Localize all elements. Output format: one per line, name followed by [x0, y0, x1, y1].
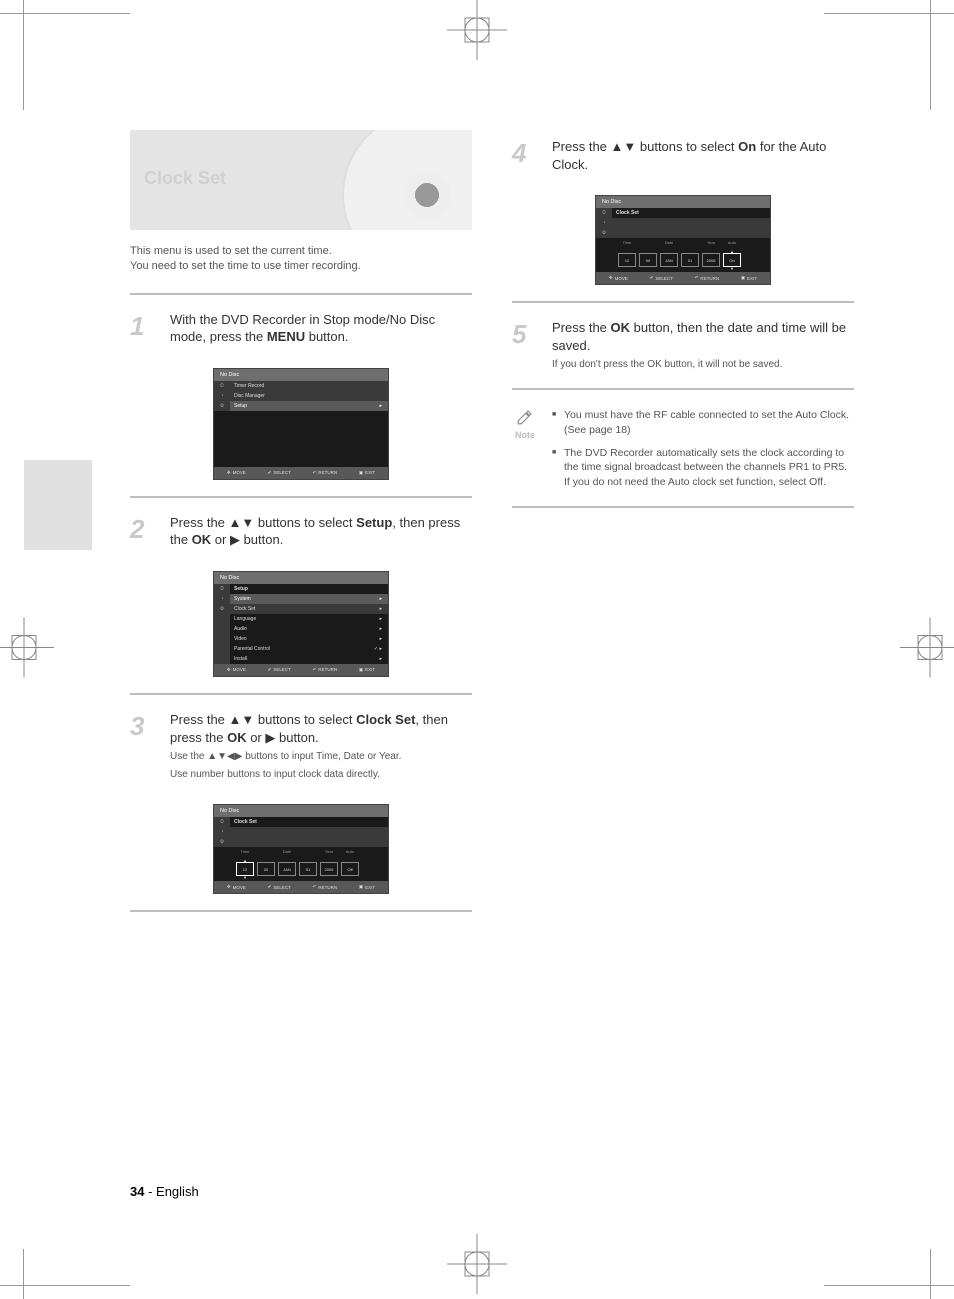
- note-label: Note: [515, 430, 535, 440]
- note-item: You must have the RF cable connected to …: [552, 408, 854, 437]
- registration-mark-icon: [0, 617, 54, 682]
- step-2: 2 Press the ▲▼ buttons to select Setup, …: [130, 514, 472, 549]
- side-tab: [24, 460, 92, 550]
- registration-mark-icon: [900, 617, 954, 682]
- step-4: 4 Press the ▲▼ buttons to select On for …: [512, 138, 854, 173]
- registration-mark-icon: [447, 1234, 507, 1299]
- note-item: The DVD Recorder automatically sets the …: [552, 446, 854, 490]
- note-icon: [516, 408, 534, 426]
- osd-screenshot-setup: No Disc ⏱Setup ◔System▸ ⚙Clock Set▸ Lang…: [213, 571, 389, 677]
- step-3: 3 Press the ▲▼ buttons to select Clock S…: [130, 711, 472, 782]
- page-footer: 34 - English: [130, 1184, 199, 1199]
- disc-icon: [342, 130, 472, 230]
- intro-text: This menu is used to set the current tim…: [130, 244, 472, 275]
- osd-screenshot-clockset-1: No Disc ⏱Clock Set ◔ ⚙ Time Date Year Au…: [213, 804, 389, 894]
- step-5: 5 Press the OK button, then the date and…: [512, 319, 854, 372]
- osd-screenshot-clockset-2: No Disc ⏱Clock Set ◔ ⚙ Time Date Year Au…: [595, 195, 771, 285]
- step-1: 1 With the DVD Recorder in Stop mode/No …: [130, 311, 472, 346]
- section-header: Clock Set: [130, 130, 472, 230]
- registration-mark-icon: [447, 0, 507, 65]
- section-title: Clock Set: [144, 168, 226, 189]
- osd-screenshot-menu: No Disc ⏱Timer Record ◔Disc Manager ⚙Set…: [213, 368, 389, 480]
- note-block: Note You must have the RF cable connecte…: [512, 408, 854, 497]
